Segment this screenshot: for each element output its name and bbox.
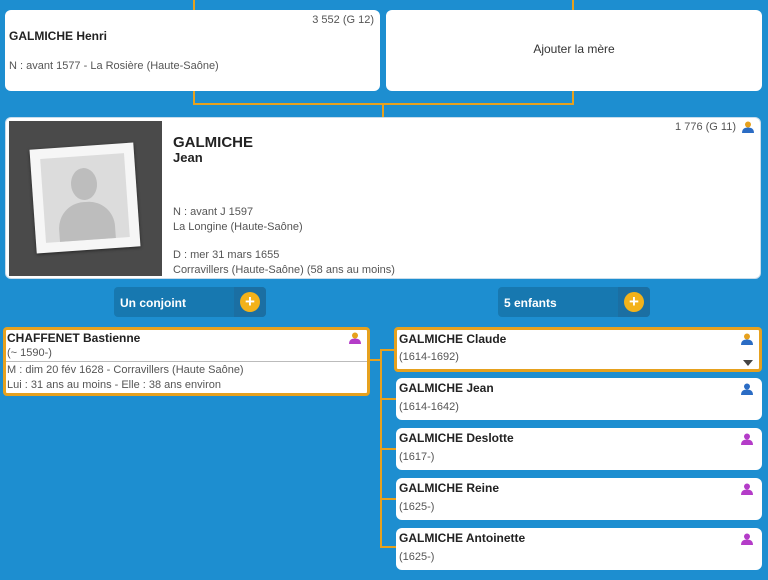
- user-female-icon: [741, 483, 753, 495]
- age-info: Lui : 31 ans au moins - Elle : 38 ans en…: [7, 379, 222, 391]
- person-name[interactable]: GALMICHE Deslotte: [399, 431, 514, 445]
- person-dates: (1625-): [399, 501, 435, 513]
- sosa-number: 3 552 (G 12): [312, 14, 374, 26]
- connector-line: [380, 398, 396, 400]
- add-child-button[interactable]: 5 enfants +: [498, 287, 650, 317]
- main-firstname: Jean: [173, 150, 203, 165]
- user-female-icon: [349, 332, 361, 344]
- death-place: Corravillers (Haute-Saône) (58 ans au mo…: [173, 264, 395, 276]
- user-female-icon: [741, 533, 753, 545]
- main-person-card: 1 776 (G 11) GALMICHE Jean N : avant J 1…: [5, 117, 761, 279]
- plus-icon: +: [624, 292, 644, 312]
- user-female-icon: [741, 433, 753, 445]
- user-gold-icon: [742, 121, 754, 133]
- child-card[interactable]: GALMICHE Antoinette (1625-): [396, 528, 762, 570]
- add-spouse-button[interactable]: Un conjoint +: [114, 287, 266, 317]
- person-name[interactable]: GALMICHE Reine: [399, 481, 499, 495]
- father-card[interactable]: 3 552 (G 12) GALMICHE Henri N : avant 15…: [5, 10, 380, 91]
- death-date: D : mer 31 mars 1655: [173, 249, 280, 261]
- avatar-placeholder-icon: [40, 153, 130, 243]
- person-name[interactable]: GALMICHE Antoinette: [399, 531, 525, 545]
- spouse-count-label: Un conjoint: [120, 296, 186, 310]
- child-card[interactable]: GALMICHE Claude (1614-1692): [394, 327, 762, 372]
- sosa-number: 1 776 (G 11): [675, 121, 736, 133]
- person-dates: (~ 1590-): [7, 347, 52, 359]
- child-card[interactable]: GALMICHE Reine (1625-): [396, 478, 762, 520]
- connector-line: [380, 448, 396, 450]
- add-child-plus[interactable]: +: [618, 287, 650, 317]
- photo-frame: [9, 121, 162, 276]
- birth-place: La Longine (Haute-Saône): [173, 221, 303, 233]
- birth-date: N : avant J 1597: [173, 206, 254, 218]
- connector-line: [572, 0, 574, 10]
- person-dates: (1614-1642): [399, 401, 459, 413]
- person-name[interactable]: GALMICHE Jean: [399, 381, 494, 395]
- person-name[interactable]: GALMICHE Claude: [399, 332, 506, 346]
- marriage-info: M : dim 20 fév 1628 - Corravillers (Haut…: [7, 364, 244, 376]
- spouse-card[interactable]: CHAFFENET Bastienne (~ 1590-) M : dim 20…: [3, 327, 370, 396]
- child-card[interactable]: GALMICHE Jean (1614-1642): [396, 378, 762, 420]
- person-name[interactable]: CHAFFENET Bastienne: [7, 331, 140, 345]
- child-card[interactable]: GALMICHE Deslotte (1617-): [396, 428, 762, 470]
- add-spouse-plus[interactable]: +: [234, 287, 266, 317]
- connector-line: [380, 349, 394, 351]
- add-mother-label: Ajouter la mère: [533, 42, 615, 56]
- user-male-icon: [741, 383, 753, 395]
- connector-line: [380, 498, 396, 500]
- plus-icon: +: [240, 292, 260, 312]
- connector-line: [380, 546, 396, 548]
- person-dates: (1625-): [399, 551, 435, 563]
- connector-line: [193, 0, 195, 10]
- add-mother-button[interactable]: Ajouter la mère: [386, 10, 762, 91]
- person-name[interactable]: GALMICHE Henri: [9, 29, 107, 43]
- divider: [6, 361, 367, 362]
- birth-info: N : avant 1577 - La Rosière (Haute-Saône…: [9, 60, 219, 72]
- chevron-down-icon[interactable]: [743, 360, 753, 366]
- person-dates: (1617-): [399, 451, 435, 463]
- person-dates: (1614-1692): [399, 351, 459, 363]
- main-surname: GALMICHE: [173, 134, 253, 151]
- connector-line: [382, 103, 384, 118]
- children-count-label: 5 enfants: [504, 296, 557, 310]
- placeholder-photo: [29, 142, 141, 254]
- user-gold-icon: [741, 333, 753, 345]
